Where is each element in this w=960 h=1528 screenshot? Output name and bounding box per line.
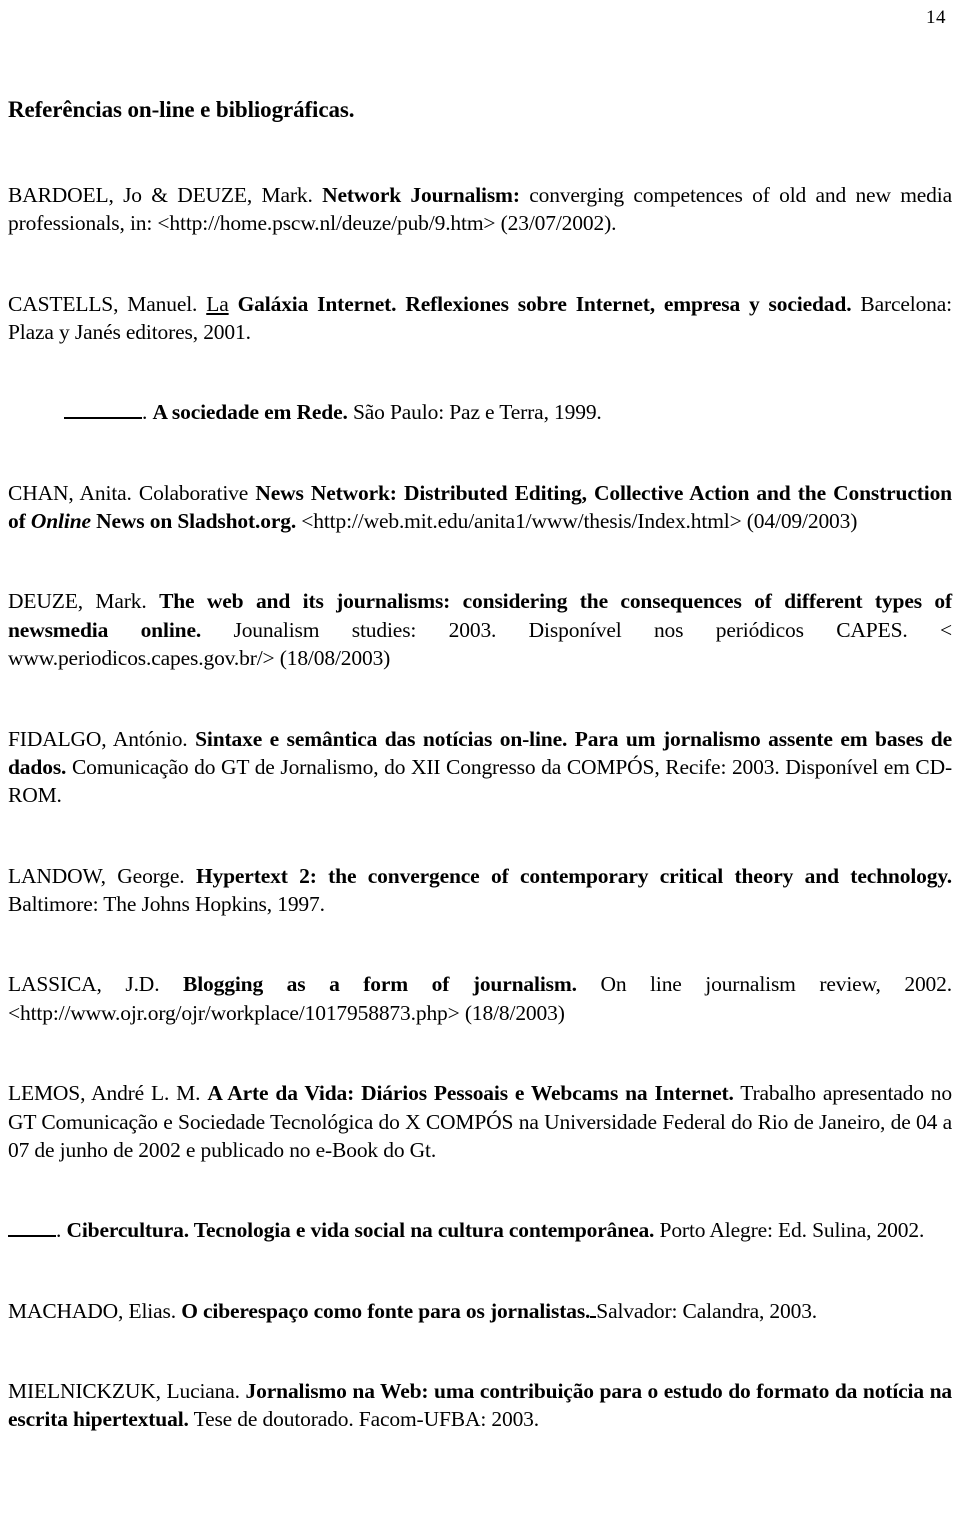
reference-title: Network Journalism: [322, 182, 520, 207]
reference-details: <http://web.mit.edu/anita1/www/thesis/In… [296, 509, 858, 533]
reference-title: Blogging as a form of journalism. [183, 972, 577, 997]
reference-entry-deuze: DEUZE, Mark. The web and its journalisms… [8, 587, 952, 672]
reference-title: O ciberespaço como fonte para os jornali… [181, 1298, 591, 1323]
page-content: Referências on-line e bibliográficas. BA… [8, 96, 952, 1434]
reference-entry-fidalgo: FIDALGO, António. Sintaxe e semântica da… [8, 725, 952, 810]
reference-entry-lemos-arte: LEMOS, André L. M. A Arte da Vida: Diári… [8, 1079, 952, 1164]
author-repeat-rule [8, 1235, 56, 1238]
reference-entry-chan: CHAN, Anita. Colaborative News Network: … [8, 479, 952, 536]
reference-details: Tese de doutorado. Facom-UFBA: 2003. [188, 1407, 540, 1432]
reference-author: LASSICA, J.D. [8, 972, 160, 997]
reference-author: LEMOS, André L. M. [8, 1081, 201, 1106]
reference-title-italic: Online [30, 509, 91, 533]
reference-details: Baltimore: The Johns Hopkins, 1997. [8, 892, 325, 916]
reference-author: FIDALGO, António. [8, 726, 188, 751]
reference-title: Cibercultura. Tecnologia e vida social n… [66, 1218, 655, 1243]
reference-author: LANDOW, George. [8, 863, 185, 888]
reference-author: MACHADO, Elias. [8, 1298, 176, 1323]
reference-title: Hypertext 2: the convergence of contempo… [195, 863, 952, 888]
page-number: 14 [926, 7, 946, 28]
reference-entry-machado: MACHADO, Elias. O ciberespaço como fonte… [8, 1297, 952, 1325]
reference-title-part-b: News on Sladshot.org. [96, 509, 297, 533]
reference-underlined-word: La [206, 291, 229, 316]
reference-author: CASTELLS, Manuel. [8, 291, 198, 316]
reference-details: Comunicação do GT de Jornalismo, do XII … [8, 754, 952, 808]
reference-author: DEUZE, Mark. [8, 589, 147, 614]
reference-entry-landow: LANDOW, George. Hypertext 2: the converg… [8, 862, 952, 919]
author-repeat-rule [64, 417, 142, 420]
reference-entry-castells-sociedade: . A sociedade em Rede. São Paulo: Paz e … [8, 398, 952, 426]
reference-details: Salvador: Calandra, 2003. [596, 1298, 818, 1323]
reference-entry-castells-galaxia: CASTELLS, Manuel. La Galáxia Internet. R… [8, 290, 952, 347]
reference-author: MIELNICKZUK, Luciana. [8, 1379, 240, 1403]
reference-separator: . [56, 1218, 62, 1243]
reference-title: A sociedade em Rede. [152, 400, 348, 425]
reference-author: CHAN, Anita. Colaborative [8, 480, 249, 505]
reference-title: Galáxia Internet. Reflexiones sobre Inte… [237, 291, 852, 316]
reference-entry-lemos-cibercultura: . Cibercultura. Tecnologia e vida social… [8, 1216, 952, 1244]
section-heading: Referências on-line e bibliográficas. [8, 97, 355, 122]
reference-details: São Paulo: Paz e Terra, 1999. [347, 400, 602, 425]
reference-title: A Arte da Vida: Diários Pessoais e Webca… [207, 1081, 734, 1106]
reference-details: Porto Alegre: Ed. Sulina, 2002. [654, 1218, 925, 1243]
document-page: 14 Referências on-line e bibliográficas.… [0, 0, 960, 1528]
reference-entry-bardoel: BARDOEL, Jo & DEUZE, Mark. Network Journ… [8, 181, 952, 238]
reference-entry-lassica: LASSICA, J.D. Blogging as a form of jour… [8, 970, 952, 1027]
reference-separator: . [142, 400, 148, 425]
reference-entry-mielnickzuk: MIELNICKZUK, Luciana. Jornalismo na Web:… [8, 1377, 952, 1434]
reference-author: BARDOEL, Jo & DEUZE, Mark. [8, 182, 313, 207]
